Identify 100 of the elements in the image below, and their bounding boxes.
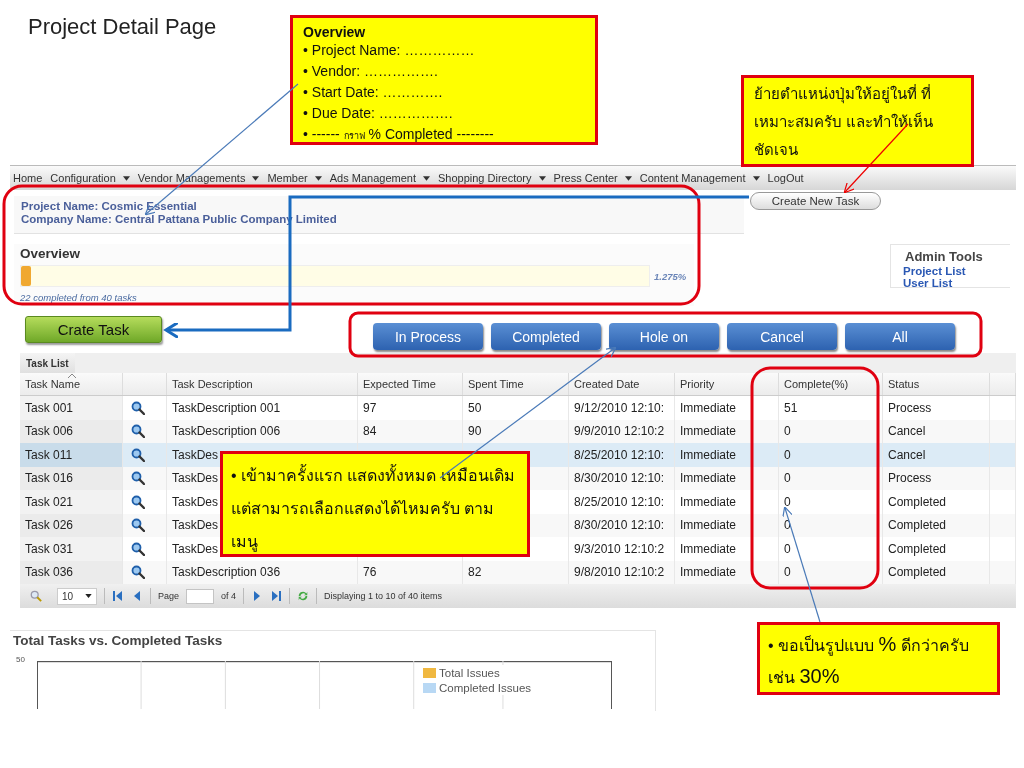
column-header[interactable]: Priority <box>675 373 779 395</box>
table-cell: Completed <box>888 541 947 556</box>
first-page-icon[interactable] <box>112 590 124 602</box>
table-cell: Process <box>888 471 932 486</box>
table-cell: TaskDescription 036 <box>172 565 281 580</box>
table-cell: Immediate <box>680 518 737 533</box>
column-header[interactable]: Expected Time <box>358 373 463 395</box>
task-name-cell[interactable]: Task 021 <box>20 490 123 514</box>
note-bullet: • Project Name: …………… <box>303 41 475 60</box>
search-icon[interactable] <box>131 518 145 533</box>
table-cell: TaskDes <box>172 447 218 462</box>
table-cell: Immediate <box>680 424 737 439</box>
note-text: ย้ายตำแหน่งปุ่มให้อยู่ในที่ ที่เหมาะสมครับ และทำให้เห็นชัดเจน <box>754 85 934 158</box>
search-icon[interactable] <box>131 400 145 415</box>
task-name-cell[interactable]: Task 006 <box>20 419 123 443</box>
table-cell: 82 <box>468 565 482 580</box>
search-icon[interactable] <box>131 447 145 462</box>
filter-button[interactable]: In Process <box>373 323 483 350</box>
task-name-cell[interactable]: Task 031 <box>20 537 123 561</box>
table-cell: 84 <box>363 424 377 439</box>
note-bullet: • Start Date: …………. <box>303 83 443 102</box>
create-task-button[interactable]: Crate Task <box>25 316 162 343</box>
task-name-cell[interactable]: Task 016 <box>20 466 123 490</box>
table-cell: 0 <box>784 565 791 580</box>
menu-item[interactable]: LogOut <box>767 172 804 184</box>
search-icon[interactable] <box>131 424 145 439</box>
table-cell: 8/25/2010 12:10: <box>574 447 665 462</box>
table-cell: Completed <box>888 494 947 509</box>
page-label: Page <box>158 591 180 601</box>
search-icon[interactable] <box>131 494 145 509</box>
admin-link[interactable]: User List <box>903 277 953 289</box>
table-cell: 51 <box>784 400 798 415</box>
table-cell: Immediate <box>680 447 737 462</box>
table-cell: 8/30/2010 12:10: <box>574 518 665 533</box>
caret-icon <box>122 175 130 181</box>
table-cell: Completed <box>888 565 947 580</box>
note-bullet: • ------ กราฟ % Completed -------- <box>303 125 494 144</box>
caret-icon <box>538 175 546 181</box>
progress-caption: 22 completed from 40 tasks <box>20 292 137 303</box>
menu-item[interactable]: Configuration <box>50 172 130 184</box>
table-cell: Completed <box>888 518 947 533</box>
table-cell: Cancel <box>888 447 926 462</box>
table-cell: TaskDes <box>172 518 218 533</box>
last-page-icon[interactable] <box>270 590 283 602</box>
filter-button[interactable]: Hole on <box>609 323 719 350</box>
menu-item[interactable]: Content Management <box>639 172 760 184</box>
table-cell: Immediate <box>680 565 737 580</box>
menu-item[interactable]: Member <box>267 172 322 184</box>
table-cell: Immediate <box>680 471 737 486</box>
note-text: • เข้ามาครั้งแรก แสดงทั้งหมด เหมือนเดิม แต่สามารถเลือกแสดงได้ไหมครับ ตามเมนู <box>231 459 519 558</box>
caret-icon <box>752 175 760 181</box>
filter-button[interactable]: All <box>845 323 955 350</box>
legend-label: Completed Issues <box>439 681 532 694</box>
create-new-task-button[interactable]: Create New Task <box>750 192 881 210</box>
menu-item[interactable]: Home <box>13 172 43 184</box>
table-cell: Immediate <box>680 400 737 415</box>
table-cell: 0 <box>784 518 791 533</box>
table-cell: 8/25/2010 12:10: <box>574 494 665 509</box>
task-name-cell[interactable]: Task 036 <box>20 560 123 584</box>
caret-icon <box>423 175 430 181</box>
axis-tick-label: 50 <box>16 655 25 664</box>
column-header[interactable]: Task Description <box>167 373 358 395</box>
task-name-cell[interactable]: Task 011 <box>20 443 123 467</box>
caret-icon <box>252 175 260 181</box>
menu-item[interactable]: Press Center <box>553 172 632 184</box>
table-cell: 0 <box>784 541 791 556</box>
page-count: of 4 <box>221 591 237 601</box>
table-cell: 0 <box>784 494 791 509</box>
task-name-cell[interactable]: Task 026 <box>20 513 123 537</box>
menu-item[interactable]: Ads Management <box>329 172 430 184</box>
search-icon[interactable] <box>131 541 145 556</box>
table-cell: TaskDes <box>172 471 218 486</box>
caret-icon <box>624 175 632 181</box>
column-header[interactable]: Created Date <box>569 373 675 395</box>
table-cell: 9/3/2010 12:10:2 <box>574 541 665 556</box>
search-icon[interactable] <box>131 471 145 486</box>
note-bullet: • Vendor: ……………. <box>303 62 438 81</box>
column-header[interactable]: Task Name <box>20 373 123 395</box>
filter-button[interactable]: Completed <box>491 323 601 350</box>
search-icon[interactable] <box>131 565 145 580</box>
table-cell: 90 <box>468 424 482 439</box>
table-cell: 50 <box>468 400 482 415</box>
filter-button[interactable]: Cancel <box>727 323 837 350</box>
admin-link[interactable]: Project List <box>903 265 966 277</box>
column-header[interactable]: Status <box>883 373 990 395</box>
column-header[interactable]: Spent Time <box>463 373 569 395</box>
column-header[interactable]: Complete(%) <box>779 373 883 395</box>
page-number-field[interactable] <box>186 588 215 604</box>
overview-title: Overview <box>20 246 81 261</box>
page-size-dropdown[interactable]: 10 <box>57 587 97 605</box>
table-cell: 9/9/2010 12:10:2 <box>574 424 665 439</box>
menu-item[interactable]: Shopping Directory <box>438 172 546 184</box>
caret-icon <box>314 175 322 181</box>
percent-label: 1.275% <box>654 270 687 282</box>
table-cell: 9/12/2010 12:10: <box>574 400 665 415</box>
table-cell: 8/30/2010 12:10: <box>574 471 665 486</box>
table-cell: 0 <box>784 447 791 462</box>
legend-label: Total Issues <box>439 666 500 679</box>
note-title: Overview <box>303 24 366 40</box>
task-name-cell[interactable]: Task 001 <box>20 396 123 420</box>
